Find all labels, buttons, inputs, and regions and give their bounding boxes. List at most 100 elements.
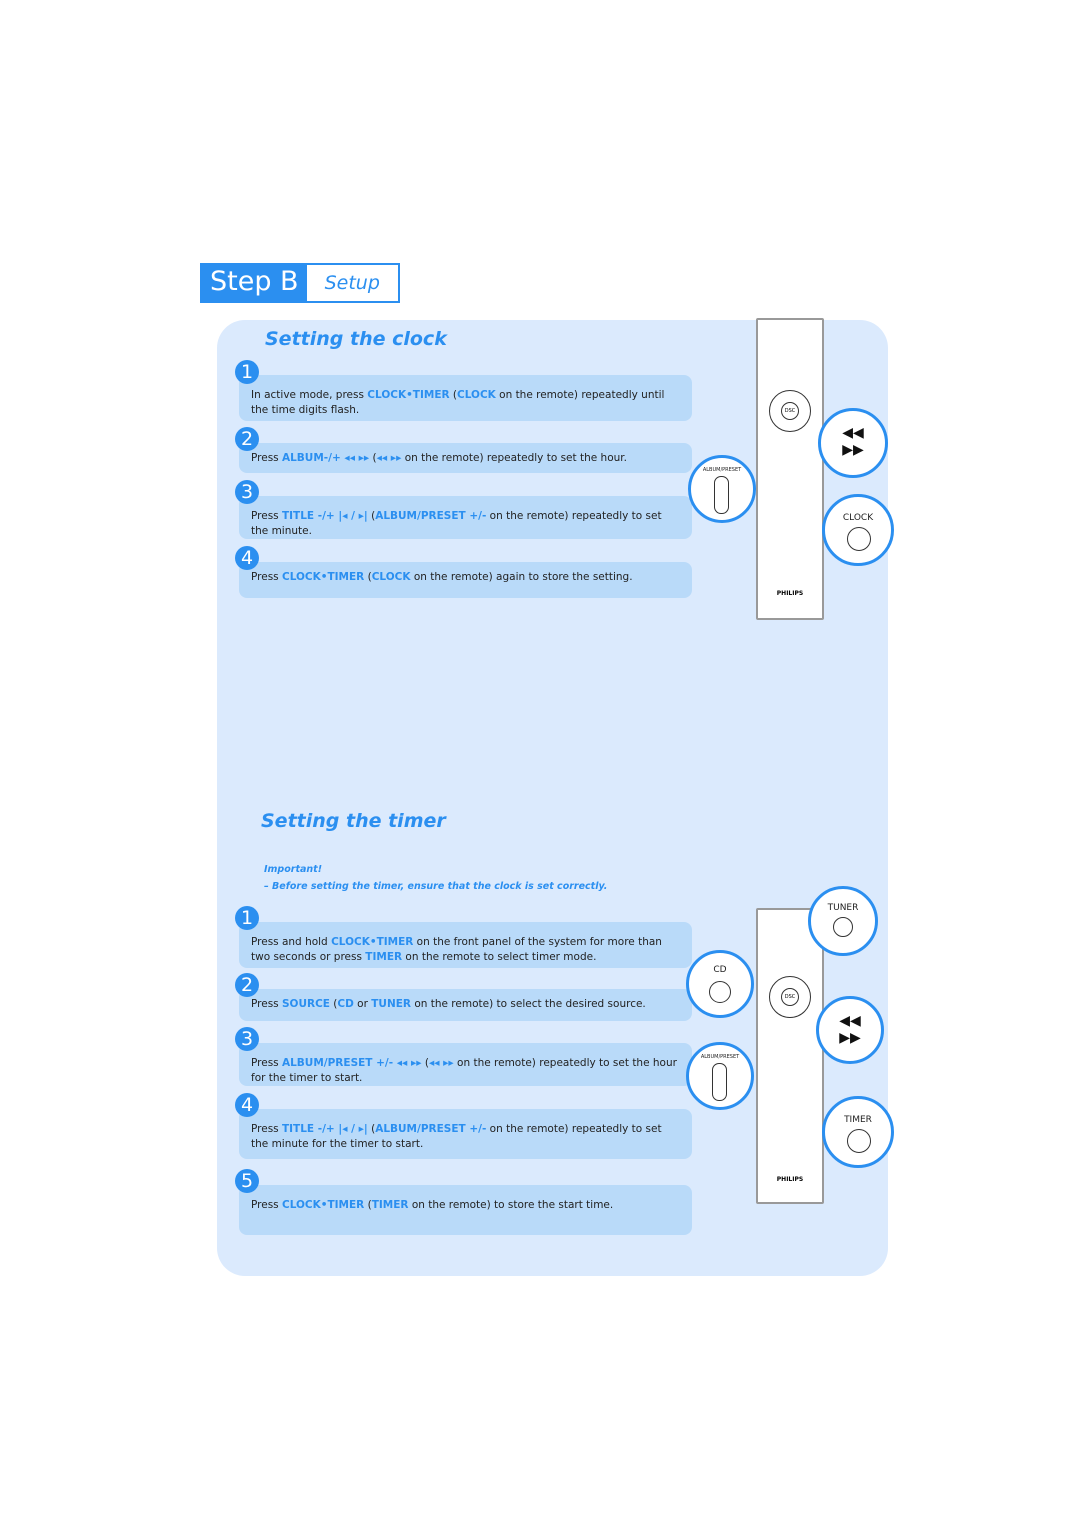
step-text-part: Press <box>251 1123 282 1135</box>
button-name: CLOCK•TIMER <box>367 389 450 401</box>
step-text: Press TITLE -/+ |◂ / ▸| (ALBUM/PRESET +/… <box>239 1109 692 1152</box>
step-header: Step B Setup <box>200 263 400 303</box>
timer-step-box: Press CLOCK•TIMER (TIMER on the remote) … <box>239 1185 692 1235</box>
button-name: ALBUM/PRESET +/- <box>375 510 487 522</box>
button-name: CLOCK•TIMER <box>281 1199 365 1211</box>
step-text-part: on the remote) again to store the settin… <box>410 571 633 583</box>
timer-step-number: 3 <box>235 1027 259 1051</box>
button-name: ◂◂ ▸▸ <box>428 1057 454 1069</box>
timer-label: TIMER <box>844 1115 872 1125</box>
timer-step-box: Press TITLE -/+ |◂ / ▸| (ALBUM/PRESET +/… <box>239 1109 692 1159</box>
step-subtitle: Setup <box>306 265 398 301</box>
skip-icon: ◀◀ ▶▶ <box>842 425 864 458</box>
tuner-label: TUNER <box>827 903 859 913</box>
button-name: ALBUM/PRESET +/- <box>375 1123 487 1135</box>
clock-button-icon <box>847 527 871 551</box>
step-text-part: ( <box>421 1057 429 1069</box>
step-text: Press SOURCE (CD or TUNER on the remote)… <box>239 989 692 1012</box>
album-preset-callout-2: ALBUM/PRESET <box>686 1042 754 1110</box>
album-preset-label: ALBUM/PRESET <box>700 1054 740 1060</box>
album-preset-rocker <box>712 1063 727 1101</box>
clock-step-box: Press ALBUM-/+ ◂◂ ▸▸ (◂◂ ▸▸ on the remot… <box>239 443 692 473</box>
button-name: TITLE -/+ |◂ / ▸| <box>281 510 368 522</box>
clock-step-number: 4 <box>235 546 259 570</box>
brand-logo: PHILIPS <box>776 590 804 597</box>
clock-step-box: In active mode, press CLOCK•TIMER (CLOCK… <box>239 375 692 421</box>
cd-button-icon <box>709 981 731 1003</box>
step-text-part: on the remote to select timer mode. <box>402 951 597 963</box>
clock-callout: CLOCK <box>822 494 894 566</box>
timer-step-box: Press ALBUM/PRESET +/- ◂◂ ▸▸ (◂◂ ▸▸ on t… <box>239 1043 692 1086</box>
timer-section-title: Setting the timer <box>261 810 446 832</box>
step-text: Press TITLE -/+ |◂ / ▸| (ALBUM/PRESET +/… <box>239 496 692 539</box>
button-name: CLOCK <box>457 389 496 401</box>
clock-step-box: Press TITLE -/+ |◂ / ▸| (ALBUM/PRESET +/… <box>239 496 692 539</box>
button-name: TIMER <box>371 1199 409 1211</box>
step-text: Press ALBUM/PRESET +/- ◂◂ ▸▸ (◂◂ ▸▸ on t… <box>239 1043 692 1086</box>
disc-button: DSC <box>781 402 799 420</box>
important-label: Important! <box>264 864 323 875</box>
step-text-part: ( <box>449 389 458 401</box>
button-name: CLOCK <box>371 571 411 583</box>
album-preset-label: ALBUM/PRESET <box>702 467 742 473</box>
timer-step-number: 2 <box>235 973 259 997</box>
step-text: Press CLOCK•TIMER (CLOCK on the remote) … <box>239 562 692 585</box>
timer-step-number: 4 <box>235 1093 259 1117</box>
step-text-part: on the remote) to store the start time. <box>408 1199 614 1211</box>
step-text-part: Press <box>251 452 282 464</box>
brand-logo: PHILIPS <box>776 1176 804 1183</box>
step-text: Press CLOCK•TIMER (TIMER on the remote) … <box>239 1185 692 1213</box>
step-text: Press ALBUM-/+ ◂◂ ▸▸ (◂◂ ▸▸ on the remot… <box>239 443 692 466</box>
timer-step-box: Press and hold CLOCK•TIMER on the front … <box>239 922 692 968</box>
clock-step-number: 3 <box>235 480 259 504</box>
step-text-part: on the remote) to select the desired sou… <box>410 998 646 1010</box>
button-name: TIMER <box>365 951 403 963</box>
step-text: In active mode, press CLOCK•TIMER (CLOCK… <box>239 375 692 418</box>
step-text-part: Press <box>251 571 282 583</box>
remote-control-illustration-2: DSC PHILIPS <box>756 908 824 1204</box>
button-name: CLOCK•TIMER <box>281 571 365 583</box>
important-text: – Before setting the timer, ensure that … <box>264 881 608 892</box>
timer-step-number: 5 <box>235 1169 259 1193</box>
step-text: Press and hold CLOCK•TIMER on the front … <box>239 922 692 965</box>
timer-step-number: 1 <box>235 906 259 930</box>
album-preset-rocker <box>714 476 729 514</box>
tuner-callout: TUNER <box>808 886 878 956</box>
clock-step-number: 2 <box>235 427 259 451</box>
clock-step-box: Press CLOCK•TIMER (CLOCK on the remote) … <box>239 562 692 598</box>
button-name: ALBUM/PRESET +/- ◂◂ ▸▸ <box>281 1057 422 1069</box>
tuner-button-icon <box>833 917 853 937</box>
disc-button: DSC <box>781 988 799 1006</box>
step-text-part: ( <box>364 1199 372 1211</box>
button-name: SOURCE <box>281 998 330 1010</box>
button-name: ◂◂ ▸▸ <box>376 452 402 464</box>
skip-callout: ◀◀ ▶▶ <box>818 408 888 478</box>
album-preset-callout: ALBUM/PRESET <box>688 455 756 523</box>
step-label: Step B <box>202 265 307 301</box>
remote-control-illustration: DSC PHILIPS <box>756 318 824 620</box>
skip-callout-2: ◀◀ ▶▶ <box>816 996 884 1064</box>
step-text-part: Press and hold <box>251 936 332 948</box>
step-text-part: In active mode, press <box>251 389 368 401</box>
clock-label: CLOCK <box>842 513 874 523</box>
cd-label: CD <box>713 965 727 975</box>
button-name: CD <box>337 998 354 1010</box>
step-text-part: ( <box>369 452 377 464</box>
timer-callout: TIMER <box>822 1096 894 1168</box>
button-name: TITLE -/+ |◂ / ▸| <box>281 1123 368 1135</box>
button-name: TUNER <box>371 998 411 1010</box>
step-text-part: on the remote) repeatedly to set the hou… <box>401 452 627 464</box>
timer-step-box: Press SOURCE (CD or TUNER on the remote)… <box>239 989 692 1021</box>
step-text-part: Press <box>251 1199 282 1211</box>
clock-section-title: Setting the clock <box>265 328 447 350</box>
button-name: ALBUM-/+ ◂◂ ▸▸ <box>281 452 370 464</box>
button-name: CLOCK•TIMER <box>331 936 414 948</box>
clock-step-number: 1 <box>235 360 259 384</box>
step-text-part: Press <box>251 1057 282 1069</box>
skip-icon: ◀◀ ▶▶ <box>839 1013 861 1046</box>
step-text-part: or <box>353 998 372 1010</box>
step-text-part: Press <box>251 510 282 522</box>
cd-callout: CD <box>686 950 754 1018</box>
step-text-part: ( <box>364 571 372 583</box>
timer-button-icon <box>847 1129 871 1153</box>
